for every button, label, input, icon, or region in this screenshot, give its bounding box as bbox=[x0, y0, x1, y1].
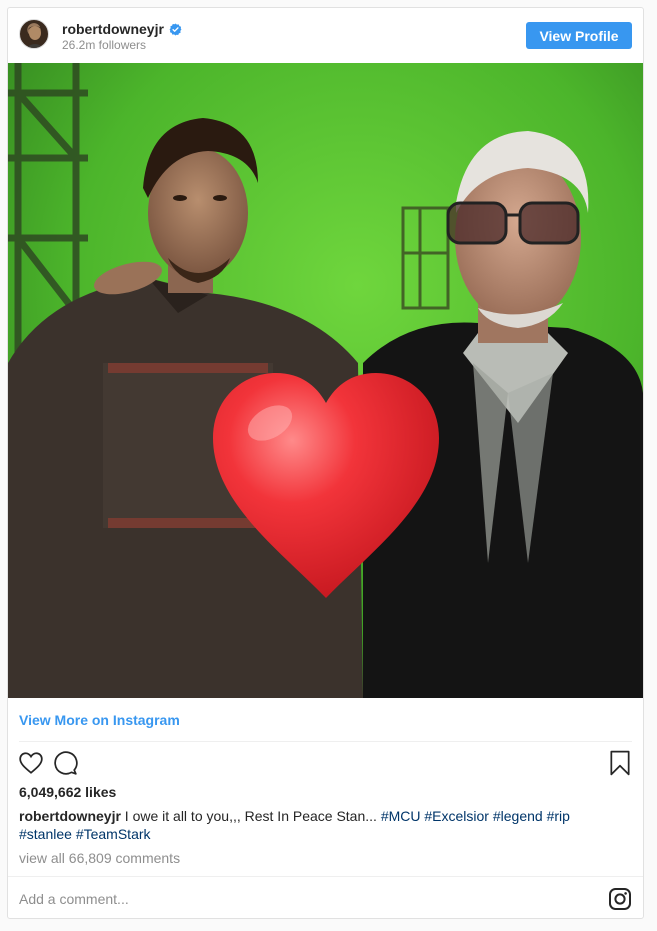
view-more-on-instagram-link[interactable]: View More on Instagram bbox=[19, 712, 180, 728]
username[interactable]: robertdowneyjr bbox=[62, 21, 182, 37]
like-count: 6,049,662 likes bbox=[19, 784, 117, 800]
verified-badge-icon bbox=[169, 23, 182, 35]
bookmark-icon[interactable] bbox=[607, 750, 633, 776]
hashtag[interactable]: #Excelsior bbox=[424, 808, 489, 824]
divider bbox=[19, 741, 632, 742]
hashtag[interactable]: #MCU bbox=[381, 808, 421, 824]
hashtag[interactable]: #rip bbox=[547, 808, 570, 824]
caption-text: I owe it all to you,,, Rest In Peace Sta… bbox=[120, 808, 381, 824]
post-actions bbox=[8, 750, 643, 782]
view-profile-button[interactable]: View Profile bbox=[526, 22, 632, 49]
username-text[interactable]: robertdowneyjr bbox=[62, 21, 164, 37]
follower-count: 26.2m followers bbox=[62, 38, 147, 52]
divider bbox=[8, 876, 643, 877]
hashtag[interactable]: #legend bbox=[493, 808, 543, 824]
post-photo-illustration bbox=[8, 63, 643, 698]
caption-username[interactable]: robertdowneyjr bbox=[19, 808, 121, 824]
post-image[interactable] bbox=[8, 63, 643, 698]
hashtag[interactable]: #TeamStark bbox=[76, 826, 151, 842]
view-all-comments-link[interactable]: view all 66,809 comments bbox=[19, 850, 180, 866]
heart-outline-icon[interactable] bbox=[18, 750, 44, 776]
post-caption: robertdowneyjr I owe it all to you,,, Re… bbox=[19, 807, 629, 843]
add-comment-input[interactable] bbox=[19, 888, 579, 910]
post-header: robertdowneyjr 26.2m followers View Prof… bbox=[8, 8, 643, 63]
hashtag[interactable]: #stanlee bbox=[19, 826, 72, 842]
speech-bubble-icon[interactable] bbox=[52, 750, 78, 776]
instagram-embed-card: robertdowneyjr 26.2m followers View Prof… bbox=[7, 7, 644, 919]
instagram-logo-icon[interactable] bbox=[608, 887, 632, 911]
avatar[interactable] bbox=[19, 19, 49, 49]
